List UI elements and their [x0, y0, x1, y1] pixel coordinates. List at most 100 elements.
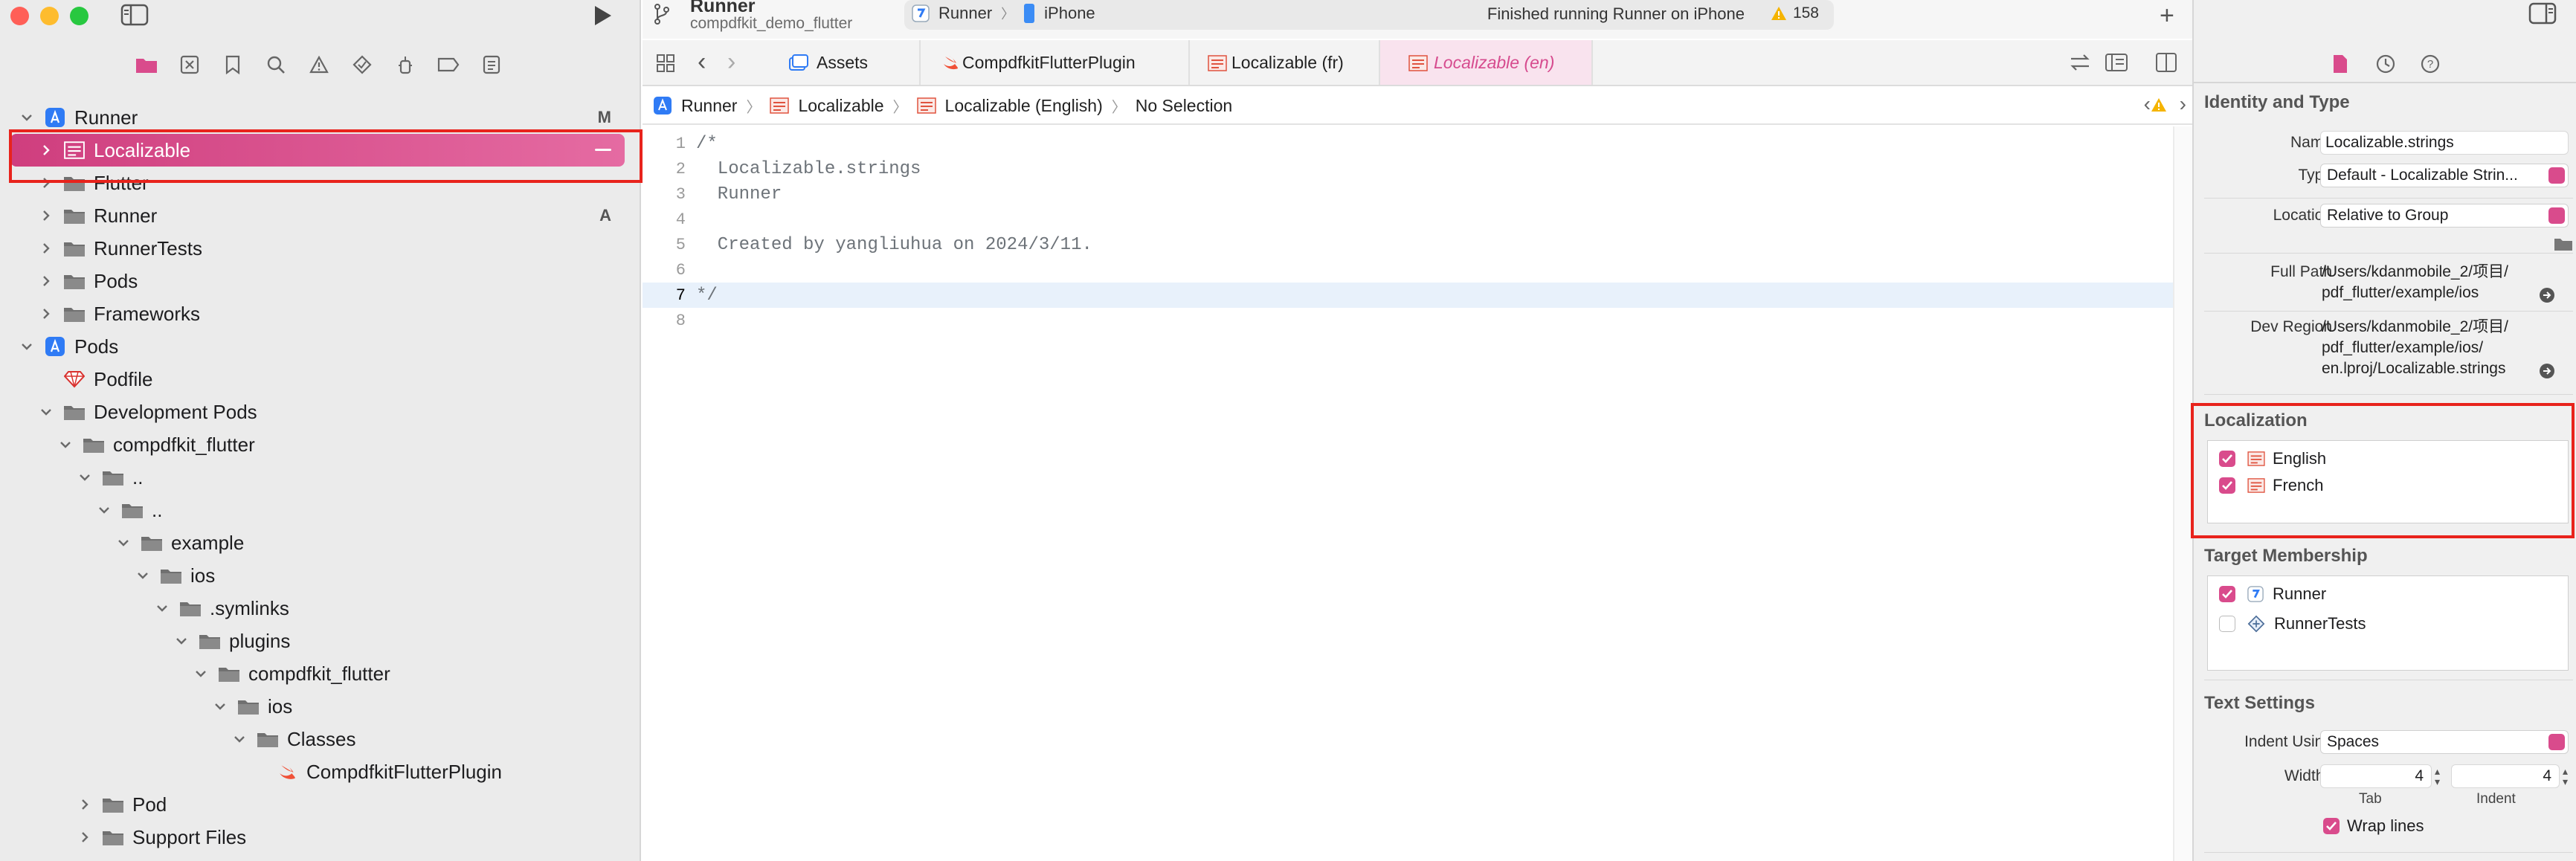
- english-checkbox[interactable]: [2219, 451, 2235, 467]
- indent-width-field[interactable]: 4: [2451, 764, 2560, 788]
- chevron-down-icon[interactable]: [134, 567, 152, 584]
- swap-arrows-icon[interactable]: [2069, 52, 2091, 77]
- navigator-row-compdfkit-flutter[interactable]: compdfkit_flutter: [0, 657, 641, 690]
- chevron-down-icon[interactable]: [57, 436, 74, 454]
- indent-using-popup[interactable]: Spaces: [2320, 730, 2569, 754]
- chevron-down-icon[interactable]: [153, 599, 171, 617]
- wrap-lines-row[interactable]: Wrap lines: [2323, 816, 2424, 836]
- add-plus-icon[interactable]: +: [2160, 1, 2174, 30]
- file-inspector-document-icon[interactable]: [2332, 54, 2348, 78]
- chevron-down-icon[interactable]: [37, 403, 55, 421]
- chevron-down-icon[interactable]: [76, 468, 94, 486]
- navigator-row-pods[interactable]: Pods: [0, 265, 641, 297]
- issue-warning-icon[interactable]: [297, 46, 341, 83]
- breadcrumb-localizable[interactable]: Localizable 〉: [770, 95, 916, 117]
- navigator-row-classes[interactable]: Classes: [0, 723, 641, 755]
- chevron-right-icon[interactable]: [37, 141, 55, 159]
- breadcrumb-no-selection[interactable]: No Selection: [1136, 96, 1232, 116]
- navigator-row-flutter[interactable]: Flutter: [0, 167, 641, 199]
- chevron-down-icon[interactable]: [231, 730, 248, 748]
- branch-icon[interactable]: [653, 3, 671, 29]
- type-popup[interactable]: Default - Localizable Strin...: [2320, 164, 2569, 187]
- code-line[interactable]: 6: [643, 257, 2173, 283]
- localization-english-row[interactable]: English: [2219, 449, 2326, 468]
- runner-target-checkbox[interactable]: [2219, 586, 2235, 602]
- navigator-row-pod[interactable]: Pod: [0, 788, 641, 821]
- chevron-down-icon[interactable]: [211, 697, 229, 715]
- navigator-row-compdfkit-flutter[interactable]: compdfkit_flutter: [0, 428, 641, 461]
- reveal-arrow-icon[interactable]: [2539, 363, 2555, 384]
- warnings-badge[interactable]: 158: [1771, 4, 1819, 22]
- code-line[interactable]: 5 Created by yangliuhua on 2024/3/11.: [643, 232, 2173, 257]
- chevron-right-icon[interactable]: [37, 207, 55, 225]
- test-diamond-icon[interactable]: [341, 46, 384, 83]
- zoom-window-button[interactable]: [70, 7, 88, 25]
- navigator-row-ios[interactable]: ios: [0, 690, 641, 723]
- tab-width-stepper-icon[interactable]: ▴ ▾: [2435, 766, 2445, 787]
- code-line[interactable]: 3 Runner: [643, 181, 2173, 207]
- navigator-row-frameworks[interactable]: Frameworks: [0, 297, 641, 330]
- project-navigator-folder-icon[interactable]: [125, 46, 168, 83]
- scheme-selector[interactable]: Runner 〉 iPhone: [912, 3, 1095, 24]
- previous-issue-icon[interactable]: ‹: [2144, 92, 2151, 116]
- navigator-row-plugins[interactable]: plugins: [0, 625, 641, 657]
- tab-compdfkitflutterplugin[interactable]: CompdfkitFlutterPlugin: [921, 40, 1190, 85]
- localization-french-row[interactable]: French: [2219, 476, 2323, 495]
- code-line[interactable]: 2 Localizable.strings: [643, 156, 2173, 181]
- target-runner-row[interactable]: Runner: [2219, 584, 2326, 604]
- report-list-icon[interactable]: [470, 46, 513, 83]
- debug-spray-icon[interactable]: [384, 46, 427, 83]
- indent-width-stepper-icon[interactable]: ▴ ▾: [2563, 766, 2573, 787]
- navigator-row-podfile[interactable]: Podfile: [0, 363, 641, 396]
- breakpoint-tag-icon[interactable]: [427, 46, 470, 83]
- target-runnertests-row[interactable]: RunnerTests: [2219, 614, 2366, 633]
- chevron-right-icon[interactable]: [37, 272, 55, 290]
- chevron-right-icon[interactable]: [37, 239, 55, 257]
- chevron-right-icon[interactable]: [37, 174, 55, 192]
- chevron-down-icon[interactable]: [18, 338, 36, 355]
- tab-assets[interactable]: Assets: [779, 40, 921, 85]
- bookmark-icon[interactable]: [211, 46, 254, 83]
- source-control-icon[interactable]: [168, 46, 211, 83]
- navigator-row-parent-folder[interactable]: ..: [0, 461, 641, 494]
- tab-localizable-fr[interactable]: Localizable (fr): [1190, 40, 1380, 85]
- code-line[interactable]: 8: [643, 308, 2173, 333]
- code-line[interactable]: 1 /*: [643, 131, 2173, 156]
- find-navigator-search-icon[interactable]: [254, 46, 297, 83]
- close-window-button[interactable]: [10, 7, 29, 25]
- chevron-down-icon[interactable]: [115, 534, 132, 552]
- navigator-row-support-files[interactable]: Support Files: [0, 821, 641, 854]
- navigator-row-compdfkitflutterplugin[interactable]: CompdfkitFlutterPlugin: [0, 755, 641, 788]
- destination-name[interactable]: iPhone: [1044, 4, 1095, 23]
- add-editor-split-icon[interactable]: [2155, 52, 2177, 77]
- run-button[interactable]: [589, 3, 614, 28]
- editor-options-icon[interactable]: [2105, 52, 2134, 77]
- navigator-row-parent-folder[interactable]: ..: [0, 494, 641, 526]
- back-arrow-icon[interactable]: ‹: [698, 48, 706, 77]
- navigator-row-runnertests[interactable]: RunnerTests: [0, 232, 641, 265]
- french-checkbox[interactable]: [2219, 477, 2235, 494]
- runnertests-target-checkbox[interactable]: [2219, 616, 2235, 632]
- chevron-down-icon[interactable]: [192, 665, 210, 683]
- breadcrumb-localizable-english[interactable]: Localizable (English) 〉: [916, 95, 1136, 117]
- name-field[interactable]: Localizable.strings: [2320, 131, 2569, 155]
- minimize-window-button[interactable]: [40, 7, 59, 25]
- quick-help-icon[interactable]: ?: [2420, 54, 2441, 78]
- navigator-row-localizable[interactable]: Localizable: [10, 134, 625, 167]
- location-popup[interactable]: Relative to Group: [2320, 204, 2569, 228]
- navigator-row-development-pods[interactable]: Development Pods: [0, 396, 641, 428]
- forward-arrow-icon[interactable]: ›: [727, 48, 735, 77]
- chevron-down-icon[interactable]: [95, 501, 113, 519]
- navigator-row-pods[interactable]: Pods: [0, 330, 641, 363]
- navigator-row-ios[interactable]: ios: [0, 559, 641, 592]
- chevron-right-icon[interactable]: [76, 828, 94, 846]
- navigator-row-symlinks[interactable]: .symlinks: [0, 592, 641, 625]
- editor-scrollbar[interactable]: [2173, 126, 2192, 861]
- next-issue-icon[interactable]: ›: [2180, 92, 2186, 116]
- grid-icon[interactable]: [656, 54, 675, 77]
- navigator-row-example[interactable]: example: [0, 526, 641, 559]
- navigator-row-runner[interactable]: Runner A: [0, 199, 641, 232]
- code-line[interactable]: 4: [643, 207, 2173, 232]
- chevron-down-icon[interactable]: [18, 109, 36, 126]
- breadcrumb-runner[interactable]: Runner 〉: [653, 95, 770, 117]
